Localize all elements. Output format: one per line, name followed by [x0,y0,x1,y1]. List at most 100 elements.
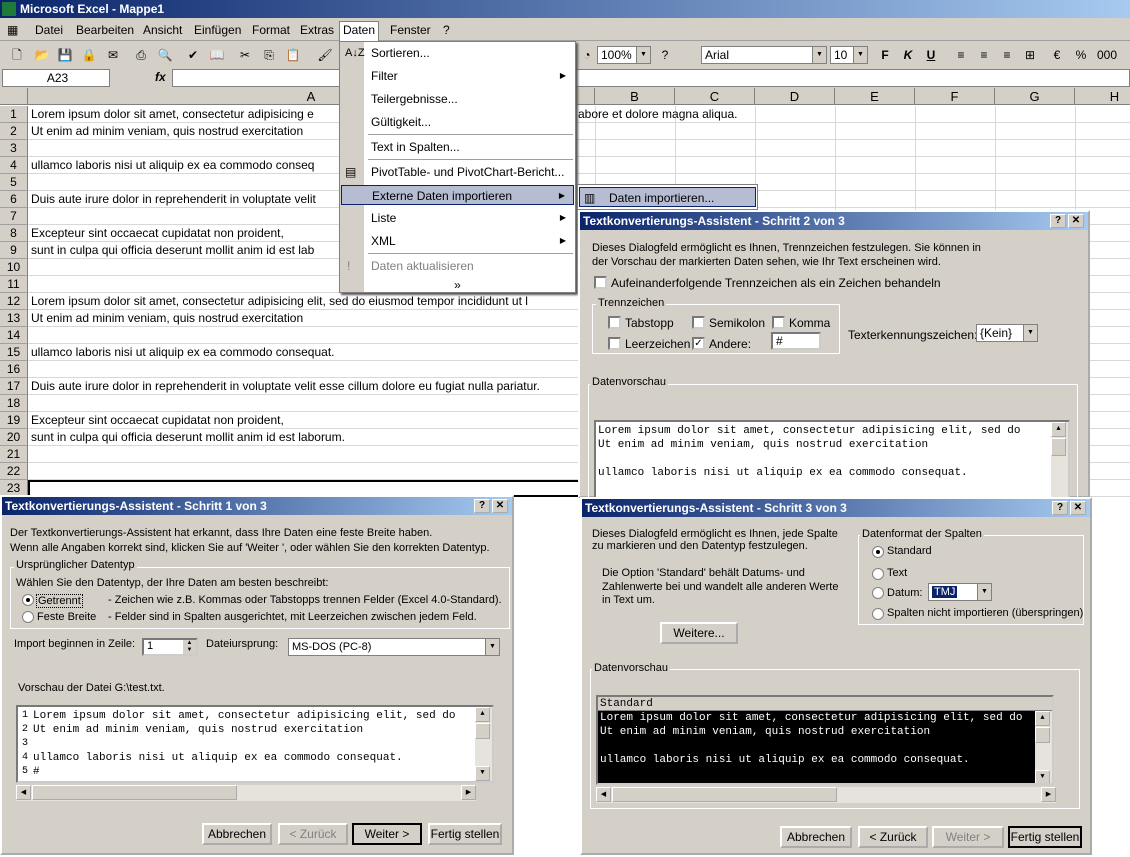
help-button[interactable]: ? [1052,501,1068,515]
cell-a[interactable]: sunt in culpa qui officia deserunt molli… [31,429,345,446]
row-header[interactable]: 11 [0,276,28,293]
cell-a[interactable]: sunt in culpa qui officia deserunt molli… [31,242,314,259]
startrow-spinner[interactable]: 1 ▲ ▼ [142,638,198,656]
semicolon-checkbox[interactable] [692,316,705,329]
cell-a[interactable]: Duis aute irure dolor in reprehenderit i… [31,378,540,395]
help-button[interactable]: ? [1050,214,1066,228]
radio-feste-breite[interactable] [22,611,34,623]
align-right-icon[interactable]: ≡ [998,46,1016,64]
column-header-b[interactable]: B [595,88,675,105]
chevron-down-icon[interactable]: ▼ [636,47,650,63]
column-header-f[interactable]: F [915,88,995,105]
column-header-e[interactable]: E [835,88,915,105]
save-icon[interactable]: 💾 [56,46,74,64]
email-icon[interactable]: ✉ [104,46,122,64]
scroll-up-icon[interactable]: ▲ [1035,711,1050,726]
bold-button[interactable]: F [876,46,894,64]
chevron-down-icon[interactable]: ▼ [977,584,991,600]
scroll-up-icon[interactable]: ▲ [1051,422,1066,437]
select-all-corner[interactable] [0,88,28,105]
align-left-icon[interactable]: ≡ [952,46,970,64]
finish-button[interactable]: Fertig stellen [1008,826,1082,848]
spinner-arrows-icon[interactable]: ▲ ▼ [183,640,196,654]
column-header-d[interactable]: D [755,88,835,105]
column-header-g[interactable]: G [995,88,1075,105]
spelling-icon[interactable]: ✔ [184,46,202,64]
menu-extras[interactable]: Extras [297,22,337,39]
horizontal-scrollbar[interactable]: ◀ ▶ [16,785,476,801]
scroll-left-icon[interactable]: ◀ [596,787,611,802]
format-painter-icon[interactable]: 🖌 [316,46,334,64]
menu-ansicht[interactable]: Ansicht [140,22,185,39]
row-header[interactable]: 10 [0,259,28,276]
print-icon[interactable]: ⎙ [132,46,150,64]
row-header[interactable]: 1 [0,106,28,123]
print-preview-icon[interactable]: 🔍 [156,46,174,64]
formula-input[interactable] [172,69,1130,87]
cell-a[interactable]: Excepteur sint occaecat cupidatat non pr… [31,225,284,242]
menu-format[interactable]: Format [249,22,293,39]
scroll-right-icon[interactable]: ▶ [461,785,476,800]
row-header[interactable]: 6 [0,191,28,208]
scroll-left-icon[interactable]: ◀ [16,785,31,800]
row-header[interactable]: 22 [0,463,28,480]
back-button[interactable]: < Zurück [858,826,928,848]
menu-item-xml[interactable]: XML ▶ [341,231,574,251]
menu-item-daten-importieren[interactable]: ▥ Daten importieren... [579,187,756,207]
merge-center-icon[interactable]: ⊞ [1021,46,1039,64]
dlg2-preview[interactable]: Lorem ipsum dolor sit amet, consectetur … [594,420,1070,500]
help-icon[interactable]: ? [656,46,674,64]
date-select[interactable]: TMJ ▼ [928,583,992,601]
next-button[interactable]: Weiter > [352,823,422,845]
row-header[interactable]: 12 [0,293,28,310]
row-header[interactable]: 16 [0,361,28,378]
row-header[interactable]: 17 [0,378,28,395]
function-icon[interactable]: fx [155,70,166,84]
scroll-thumb[interactable] [475,723,490,739]
menu-daten[interactable]: Daten [339,21,380,41]
row-header[interactable]: 13 [0,310,28,327]
row-header[interactable]: 18 [0,395,28,412]
tab-checkbox[interactable] [608,316,621,329]
scroll-down-icon[interactable]: ▼ [1035,770,1050,783]
menu-einfuegen[interactable]: Einfügen [191,22,244,39]
scroll-right-icon[interactable]: ▶ [1041,787,1056,802]
currency-icon[interactable]: € [1048,46,1066,64]
vertical-scrollbar[interactable]: ▲ ▼ [1035,711,1052,783]
menu-fenster[interactable]: Fenster [387,22,434,39]
horizontal-scrollbar[interactable]: ◀ ▶ [596,787,1056,803]
row-header[interactable]: 9 [0,242,28,259]
zoom-combo[interactable]: 100% ▼ [597,46,651,64]
other-input[interactable]: # [771,332,821,350]
row-header[interactable]: 7 [0,208,28,225]
close-button[interactable]: ✕ [1068,214,1084,228]
new-icon[interactable]: 🗋 [8,46,26,64]
column-header-h[interactable]: H [1075,88,1130,105]
row-header[interactable]: 15 [0,344,28,361]
table-row[interactable] [28,140,1130,157]
font-combo[interactable]: Arial ▼ [701,46,827,64]
row-header[interactable]: 14 [0,327,28,344]
scroll-down-icon[interactable]: ▼ [475,766,490,781]
close-button[interactable]: ✕ [1070,501,1086,515]
menu-item-filter[interactable]: Filter ▶ [341,66,574,86]
finish-button[interactable]: Fertig stellen [428,823,502,845]
scroll-up-icon[interactable]: ▲ [475,707,490,722]
cancel-button[interactable]: Abbrechen [202,823,272,845]
open-icon[interactable]: 📂 [33,46,51,64]
radio-getrennt[interactable] [22,594,34,606]
cell-a[interactable]: ullamco laboris nisi ut aliquip ex ea co… [31,344,335,361]
cell-a[interactable]: Ut enim ad minim veniam, quis nostrud ex… [31,310,303,327]
radio-standard[interactable] [872,546,884,558]
italic-button[interactable]: K [899,46,917,64]
cell-a[interactable]: Duis aute irure dolor in reprehenderit i… [31,191,316,208]
row-header[interactable]: 19 [0,412,28,429]
radio-text[interactable] [872,568,884,580]
menu-item-pivottable[interactable]: ▤ PivotTable- und PivotChart-Bericht... [341,162,574,182]
scroll-thumb[interactable] [32,785,237,800]
menu-item-externe-daten[interactable]: Externe Daten importieren ▶ [341,185,574,205]
chevron-down-icon[interactable]: ▼ [812,47,826,63]
research-icon[interactable]: 📖 [208,46,226,64]
close-button[interactable]: ✕ [492,499,508,513]
comma-checkbox[interactable] [772,316,785,329]
